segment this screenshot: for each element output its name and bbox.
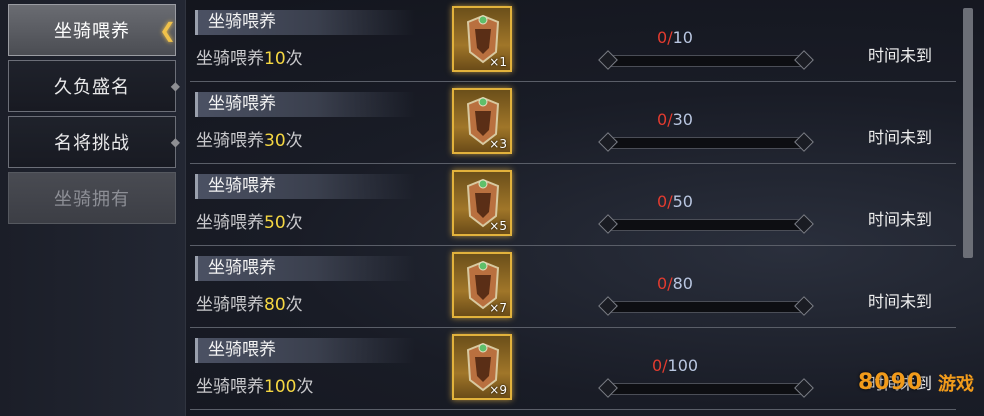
task-title: 坐骑喂养 [195, 92, 415, 117]
progress-current: 0 [651, 356, 663, 375]
reward-count: ×5 [489, 219, 507, 233]
desc-prefix: 坐骑喂养 [196, 213, 264, 233]
task-row: 坐骑喂养 坐骑喂养50次 ×5 0/50 时间未到 [190, 164, 956, 246]
desc-suffix: 次 [285, 295, 303, 315]
desc-prefix: 坐骑喂养 [196, 295, 264, 315]
task-status: 时间未到 [867, 292, 932, 311]
reward-count: ×1 [489, 55, 507, 69]
desc-count: 10 [264, 49, 286, 69]
progress-bar [598, 50, 814, 70]
progress-text: 0/30 [620, 110, 730, 129]
tab-label: 坐骑喂养 [54, 21, 130, 42]
tab-label: 久负盛名 [54, 77, 130, 98]
task-row: 坐骑喂养 坐骑喂养80次 ×7 0/80 时间未到 [190, 246, 956, 328]
progress-current: 0 [657, 192, 668, 211]
progress-max: 50 [672, 192, 693, 211]
task-row: 坐骑喂养 坐骑喂养10次 ×1 0/10 时间未到 [190, 0, 956, 82]
progress-text: 0/50 [620, 192, 730, 211]
reward-item[interactable]: ×1 [452, 6, 512, 72]
progress-bar [598, 214, 814, 234]
reward-item[interactable]: ×9 [452, 334, 512, 400]
task-description: 坐骑喂养100次 [196, 372, 313, 397]
desc-count: 80 [264, 295, 286, 315]
scrollbar[interactable] [963, 8, 973, 258]
tab-label: 坐骑拥有 [54, 189, 130, 210]
task-status: 时间未到 [867, 210, 932, 229]
task-row: 坐骑喂养 坐骑喂养100次 ×9 0/100 时间未到 [190, 328, 956, 410]
progress-current: 0 [657, 28, 668, 47]
task-list: 坐骑喂养 坐骑喂养10次 ×1 0/10 时间未到 坐骑喂养 坐骑喂养30次 ×3 0/30 时间… [190, 0, 956, 416]
progress-max: 10 [672, 28, 693, 47]
desc-suffix: 次 [285, 49, 303, 69]
desc-suffix: 次 [296, 377, 314, 397]
desc-prefix: 坐骑喂养 [196, 377, 264, 397]
progress-track [610, 137, 802, 149]
progress-track [610, 55, 802, 67]
reward-count: ×7 [489, 301, 507, 315]
progress-bar [598, 296, 814, 316]
progress-current: 0 [657, 274, 668, 293]
progress-track [610, 383, 802, 395]
sidebar: 坐骑喂养 ❮ 久负盛名 ◆ 名将挑战 ◆ 坐骑拥有 [0, 0, 186, 416]
task-description: 坐骑喂养80次 [196, 290, 303, 315]
progress-bar [598, 132, 814, 152]
progress-max: 80 [672, 274, 693, 293]
progress-text: 0/80 [620, 274, 730, 293]
progress-max: 30 [672, 110, 693, 129]
desc-prefix: 坐骑喂养 [196, 131, 264, 151]
tab-label: 名将挑战 [54, 133, 130, 154]
task-row: 坐骑喂养 坐骑喂养30次 ×3 0/30 时间未到 [190, 82, 956, 164]
tab-mount-owned[interactable]: 坐骑拥有 [8, 172, 176, 224]
chevron-right-icon: ❮ [159, 18, 177, 42]
reward-item[interactable]: ×7 [452, 252, 512, 318]
progress-max: 100 [667, 356, 699, 375]
task-title: 坐骑喂养 [195, 256, 415, 281]
desc-prefix: 坐骑喂养 [196, 49, 264, 69]
desc-count: 100 [264, 377, 297, 397]
desc-suffix: 次 [285, 131, 303, 151]
tab-general-challenge[interactable]: 名将挑战 ◆ [8, 116, 180, 168]
progress-text: 0/100 [620, 356, 730, 375]
reward-item[interactable]: ×5 [452, 170, 512, 236]
desc-suffix: 次 [285, 213, 303, 233]
task-description: 坐骑喂养50次 [196, 208, 303, 233]
diamond-icon: ◆ [170, 135, 181, 149]
progress-current: 0 [657, 110, 668, 129]
watermark-site: 游戏 [938, 374, 974, 395]
task-status: 时间未到 [867, 128, 932, 147]
task-title: 坐骑喂养 [195, 10, 415, 35]
progress-track [610, 219, 802, 231]
progress-bar [598, 378, 814, 398]
tab-renowned[interactable]: 久负盛名 ◆ [8, 60, 180, 112]
progress-text: 0/10 [620, 28, 730, 47]
task-title: 坐骑喂养 [195, 174, 415, 199]
desc-count: 50 [264, 213, 286, 233]
site-watermark: 8090 游戏 [858, 362, 976, 408]
watermark-logo: 8090 [858, 370, 924, 395]
progress-track [610, 301, 802, 313]
reward-count: ×3 [489, 137, 507, 151]
task-status: 时间未到 [867, 46, 932, 65]
task-title: 坐骑喂养 [195, 338, 415, 363]
diamond-icon: ◆ [170, 79, 181, 93]
desc-count: 30 [264, 131, 286, 151]
reward-item[interactable]: ×3 [452, 88, 512, 154]
task-description: 坐骑喂养10次 [196, 44, 303, 69]
reward-count: ×9 [489, 383, 507, 397]
tab-mount-feeding[interactable]: 坐骑喂养 ❮ [8, 4, 176, 56]
task-description: 坐骑喂养30次 [196, 126, 303, 151]
